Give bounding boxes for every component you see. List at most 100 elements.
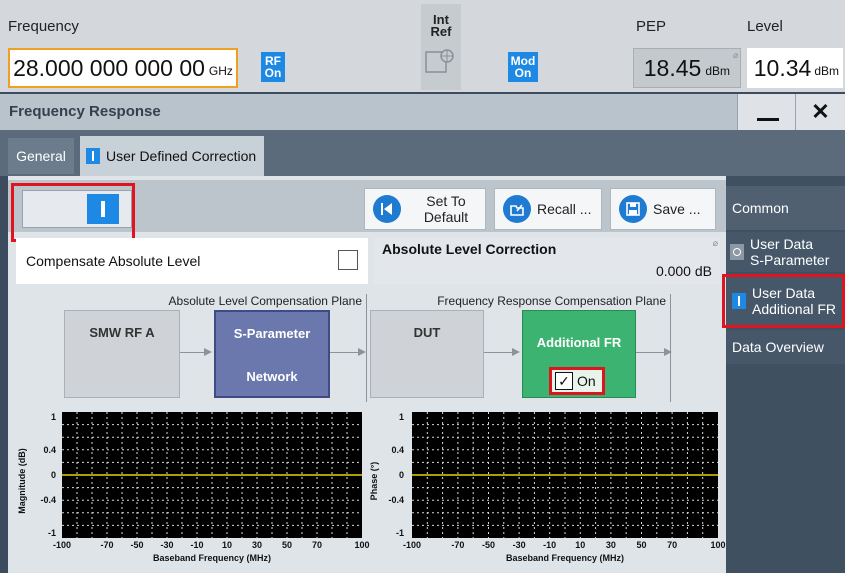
- minimize-button[interactable]: [737, 94, 795, 130]
- abs-level-label: Absolute Level Correction: [382, 241, 557, 257]
- recall-label: Recall ...: [537, 201, 592, 217]
- abs-level-correction-field[interactable]: Absolute Level Correction 0.000 dB ⌀: [374, 238, 720, 284]
- phase-xlabel: Baseband Frequency (MHz): [505, 553, 625, 563]
- phase-y-tick-label: 1: [398, 412, 404, 422]
- phase-x-tick-label: 30: [605, 540, 616, 550]
- magnitude-xticks: -100 -70 -50 -30 -10 10 30 50 70 100: [53, 540, 370, 552]
- magnitude-x-tick-label: 70: [311, 540, 323, 550]
- phase-y-tick-label: 0.4: [391, 444, 404, 455]
- dialog-title: Frequency Response: [9, 103, 161, 120]
- recall-button[interactable]: Recall ...: [494, 188, 602, 230]
- tab-udc-label: User Defined Correction: [106, 148, 257, 164]
- side-common[interactable]: Common: [726, 186, 845, 230]
- frequency-unit: GHz: [208, 64, 233, 78]
- phase-chart: Phase (°) 1 0.4 0 -0.4 -1 -100 -70 -50 -30 -10 10…: [366, 406, 726, 572]
- tab-user-defined-correction[interactable]: User Defined Correction: [80, 136, 264, 176]
- magnitude-y-tick-label: -1: [47, 528, 56, 538]
- magnitude-x-tick-label: -30: [160, 540, 174, 550]
- phase-x-tick-label: -100: [402, 540, 422, 550]
- block-smw-rf-a: SMW RF A: [64, 310, 180, 398]
- magnitude-x-tick-label: 30: [251, 540, 263, 550]
- highlight-box-side-item: [722, 274, 845, 328]
- save-disk-icon: [619, 195, 647, 223]
- side-user-data-s-parameter[interactable]: User Data S-Parameter: [726, 232, 845, 272]
- magnitude-y-tick-label: -0.4: [40, 495, 56, 506]
- phase-x-tick-label: -70: [451, 540, 465, 550]
- magnitude-x-tick-label: 50: [281, 540, 293, 550]
- phase-x-tick-label: -50: [481, 540, 496, 550]
- recall-folder-icon: [503, 195, 531, 223]
- pep-unit: dBm: [705, 64, 730, 78]
- mod-on-button[interactable]: Mod On: [508, 52, 538, 82]
- phase-grid: [412, 412, 718, 538]
- level-label: Level: [747, 18, 783, 35]
- close-button[interactable]: ✕: [795, 94, 845, 130]
- phase-y-tick-label: -0.4: [388, 495, 404, 506]
- abs-level-value: 0.000 dB: [655, 263, 712, 279]
- int-ref-panel[interactable]: Int Ref: [421, 4, 461, 90]
- pep-display: 18.45 dBm: [633, 48, 741, 88]
- magnitude-y-tick-label: 0: [50, 470, 56, 480]
- phase-x-tick-label: -10: [543, 540, 557, 550]
- dialog-title-bar: Frequency Response: [0, 94, 845, 130]
- checkmark-icon: ✓: [555, 372, 573, 390]
- pep-corner-icon: ⌀: [733, 50, 739, 60]
- set-to-default-button[interactable]: Set To Default: [364, 188, 486, 230]
- radio-off-icon: [730, 244, 744, 260]
- magnitude-plot-area: [62, 412, 362, 538]
- tab-general[interactable]: General: [8, 138, 74, 174]
- magnitude-x-tick-label: -100: [52, 540, 72, 550]
- edit-corner-icon: ⌀: [712, 238, 718, 248]
- compensate-label: Compensate Absolute Level: [26, 253, 201, 269]
- magnitude-chart: Magnitude (dB) 1 0.4 0 -0.4 -1 -100 -70 -50 -30…: [14, 406, 370, 572]
- phase-x-tick-label: 50: [636, 540, 647, 550]
- additional-fr-on-label: On: [577, 373, 596, 389]
- compensate-checkbox[interactable]: [338, 250, 358, 270]
- magnitude-grid: [62, 412, 362, 538]
- phase-yticks: 1 0.4 0 -0.4 -1: [386, 412, 410, 538]
- phase-x-tick-label: 70: [667, 540, 678, 550]
- minimize-icon: [757, 118, 779, 121]
- block-dut: DUT: [370, 310, 484, 398]
- magnitude-y-tick-label: 1: [50, 412, 56, 422]
- pep-value: 18.45: [643, 54, 702, 81]
- magnitude-x-tick-label: -50: [130, 540, 144, 550]
- plane1-label: Absolute Level Compensation Plane: [168, 294, 362, 308]
- phase-plot-area: [412, 412, 718, 538]
- phase-x-tick-label: 100: [710, 540, 726, 550]
- phase-x-tick-label: -30: [512, 540, 526, 550]
- save-button[interactable]: Save ...: [610, 188, 716, 230]
- set-default-icon: [373, 195, 401, 223]
- level-field[interactable]: 10.34 dBm: [747, 48, 843, 88]
- magnitude-xlabel: Baseband Frequency (MHz): [152, 553, 272, 563]
- phase-x-tick-label: 10: [575, 540, 586, 550]
- phase-y-tick-label: -1: [395, 528, 404, 538]
- level-unit: dBm: [814, 64, 839, 78]
- frequency-field[interactable]: 28.000 000 000 00 GHz: [8, 48, 238, 88]
- compensate-row: Compensate Absolute Level: [16, 238, 368, 284]
- rf-on-button[interactable]: RF On: [261, 52, 285, 82]
- int-ref-label: Int Ref: [430, 12, 452, 39]
- magnitude-x-tick-label: 10: [221, 540, 233, 550]
- phase-xticks: -100 -70 -50 -30 -10 10 30 50 70 100: [403, 540, 726, 552]
- level-value: 10.34: [753, 54, 812, 81]
- close-icon: ✕: [811, 99, 830, 124]
- frequency-label: Frequency: [8, 18, 79, 35]
- reference-icon: [425, 49, 454, 73]
- toggle-indicator-icon: [86, 148, 100, 164]
- magnitude-ylabel: Magnitude (dB): [17, 448, 27, 514]
- plane2-label: Frequency Response Compensation Plane: [437, 294, 666, 308]
- save-label: Save ...: [653, 201, 701, 217]
- phase-y-tick-label: 0: [398, 470, 404, 480]
- plane1-divider: [366, 294, 367, 402]
- magnitude-y-tick-label: 0.4: [43, 444, 56, 455]
- tab-general-label: General: [16, 148, 66, 164]
- pep-label: PEP: [636, 18, 667, 35]
- side-data-overview[interactable]: Data Overview: [726, 330, 845, 364]
- magnitude-yticks: 1 0.4 0 -0.4 -1: [38, 412, 60, 538]
- magnitude-x-tick-label: -10: [190, 540, 204, 550]
- block-s-parameter-network[interactable]: S-Parameter Network: [214, 310, 330, 398]
- additional-fr-on-checkbox[interactable]: ✓ On: [549, 367, 605, 395]
- highlight-box-toggle: [11, 183, 135, 242]
- frequency-value: 28.000 000 000 00: [13, 54, 205, 81]
